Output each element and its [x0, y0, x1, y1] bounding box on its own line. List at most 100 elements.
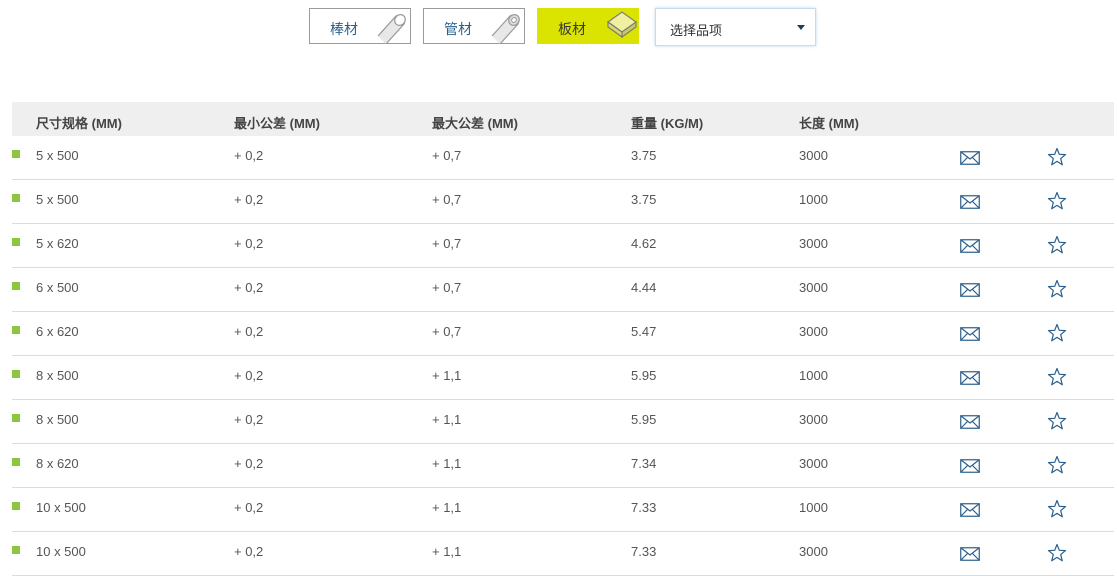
cell-size: 5 x 500 [36, 148, 79, 163]
star-icon[interactable] [1047, 235, 1067, 260]
header-length: 长度 (MM) [799, 116, 859, 131]
cell-min-tolerance: + 0,2 [234, 324, 264, 339]
cell-size: 8 x 500 [36, 412, 79, 427]
table-row: 5 x 500 + 0,2 + 0,7 3.75 1000 [12, 180, 1114, 224]
row-bullet-icon [12, 414, 20, 422]
row-bullet-icon [12, 326, 20, 334]
table-row: 5 x 500 + 0,2 + 0,7 3.75 3000 [12, 136, 1114, 180]
cell-max-tolerance: + 0,7 [432, 148, 462, 163]
cell-weight: 7.34 [631, 456, 657, 471]
star-icon[interactable] [1047, 191, 1067, 216]
cell-min-tolerance: + 0,2 [234, 192, 264, 207]
tube-icon [488, 10, 524, 49]
star-icon[interactable] [1047, 279, 1067, 304]
table-row: 8 x 620 + 0,2 + 1,1 7.34 3000 [12, 444, 1114, 488]
header-size: 尺寸规格 (MM) [36, 116, 122, 131]
cell-min-tolerance: + 0,2 [234, 544, 264, 559]
cell-weight: 5.95 [631, 412, 657, 427]
row-bullet-icon [12, 282, 20, 290]
category-button-rod[interactable]: 棒材 [309, 8, 411, 45]
mail-icon[interactable] [960, 238, 980, 259]
table-row: 10 x 500 + 0,2 + 1,1 7.33 1000 [12, 488, 1114, 532]
category-button-plate[interactable]: 板材 [537, 8, 639, 44]
cell-length: 3000 [799, 236, 828, 251]
mail-icon[interactable] [960, 458, 980, 479]
cell-length: 3000 [799, 280, 828, 295]
item-select-dropdown[interactable]: 选择品项 [655, 8, 816, 46]
table-row: 10 x 500 + 0,2 + 1,1 7.33 3000 [12, 532, 1114, 576]
rod-icon [374, 10, 410, 49]
star-icon[interactable] [1047, 499, 1067, 524]
category-button-tube[interactable]: 管材 [423, 8, 525, 45]
row-bullet-icon [12, 150, 20, 158]
table-body: 5 x 500 + 0,2 + 0,7 3.75 3000 5 x 500 + 0,2 + 0… [12, 136, 1114, 576]
mail-icon[interactable] [960, 326, 980, 347]
cell-length: 3000 [799, 456, 828, 471]
star-icon[interactable] [1047, 411, 1067, 436]
cell-min-tolerance: + 0,2 [234, 236, 264, 251]
mail-icon[interactable] [960, 546, 980, 567]
cell-size: 6 x 620 [36, 324, 79, 339]
cell-length: 3000 [799, 148, 828, 163]
cell-size: 8 x 620 [36, 456, 79, 471]
mail-icon[interactable] [960, 194, 980, 215]
cell-length: 1000 [799, 192, 828, 207]
row-bullet-icon [12, 546, 20, 554]
row-bullet-icon [12, 502, 20, 510]
cell-max-tolerance: + 1,1 [432, 544, 462, 559]
cell-weight: 3.75 [631, 192, 657, 207]
cell-size: 5 x 620 [36, 236, 79, 251]
cell-min-tolerance: + 0,2 [234, 148, 264, 163]
header-weight: 重量 (KG/M) [631, 116, 704, 131]
cell-min-tolerance: + 0,2 [234, 368, 264, 383]
star-icon[interactable] [1047, 367, 1067, 392]
cell-size: 10 x 500 [36, 544, 86, 559]
mail-icon[interactable] [960, 414, 980, 435]
table-row: 6 x 500 + 0,2 + 0,7 4.44 3000 [12, 268, 1114, 312]
cell-min-tolerance: + 0,2 [234, 412, 264, 427]
product-table: 尺寸规格 (MM) 最小公差 (MM) 最大公差 (MM) 重量 (KG/M) … [12, 102, 1114, 576]
cell-length: 3000 [799, 544, 828, 559]
mail-icon[interactable] [960, 370, 980, 391]
cell-size: 6 x 500 [36, 280, 79, 295]
cell-max-tolerance: + 0,7 [432, 280, 462, 295]
chevron-down-icon [797, 25, 805, 30]
cell-max-tolerance: + 1,1 [432, 412, 462, 427]
star-icon[interactable] [1047, 147, 1067, 172]
cell-weight: 4.62 [631, 236, 657, 251]
cell-max-tolerance: + 1,1 [432, 456, 462, 471]
plate-icon [602, 10, 638, 49]
mail-icon[interactable] [960, 150, 980, 171]
cell-max-tolerance: + 1,1 [432, 368, 462, 383]
cell-weight: 7.33 [631, 544, 657, 559]
cell-weight: 5.47 [631, 324, 657, 339]
cell-weight: 3.75 [631, 148, 657, 163]
table-row: 6 x 620 + 0,2 + 0,7 5.47 3000 [12, 312, 1114, 356]
cell-size: 10 x 500 [36, 500, 86, 515]
table-header: 尺寸规格 (MM) 最小公差 (MM) 最大公差 (MM) 重量 (KG/M) … [12, 102, 1114, 136]
cell-max-tolerance: + 1,1 [432, 500, 462, 515]
cell-weight: 7.33 [631, 500, 657, 515]
cell-min-tolerance: + 0,2 [234, 456, 264, 471]
star-icon[interactable] [1047, 543, 1067, 568]
cell-max-tolerance: + 0,7 [432, 192, 462, 207]
row-bullet-icon [12, 238, 20, 246]
header-max-tolerance: 最大公差 (MM) [432, 116, 518, 131]
header-min-tolerance: 最小公差 (MM) [234, 116, 320, 131]
cell-length: 1000 [799, 500, 828, 515]
row-bullet-icon [12, 194, 20, 202]
cell-length: 3000 [799, 412, 828, 427]
cell-length: 3000 [799, 324, 828, 339]
mail-icon[interactable] [960, 502, 980, 523]
cell-weight: 4.44 [631, 280, 657, 295]
cell-size: 5 x 500 [36, 192, 79, 207]
row-bullet-icon [12, 458, 20, 466]
mail-icon[interactable] [960, 282, 980, 303]
table-row: 8 x 500 + 0,2 + 1,1 5.95 1000 [12, 356, 1114, 400]
star-icon[interactable] [1047, 323, 1067, 348]
category-label-rod: 棒材 [330, 21, 358, 37]
row-bullet-icon [12, 370, 20, 378]
table-row: 5 x 620 + 0,2 + 0,7 4.62 3000 [12, 224, 1114, 268]
star-icon[interactable] [1047, 455, 1067, 480]
category-label-plate: 板材 [558, 21, 586, 37]
